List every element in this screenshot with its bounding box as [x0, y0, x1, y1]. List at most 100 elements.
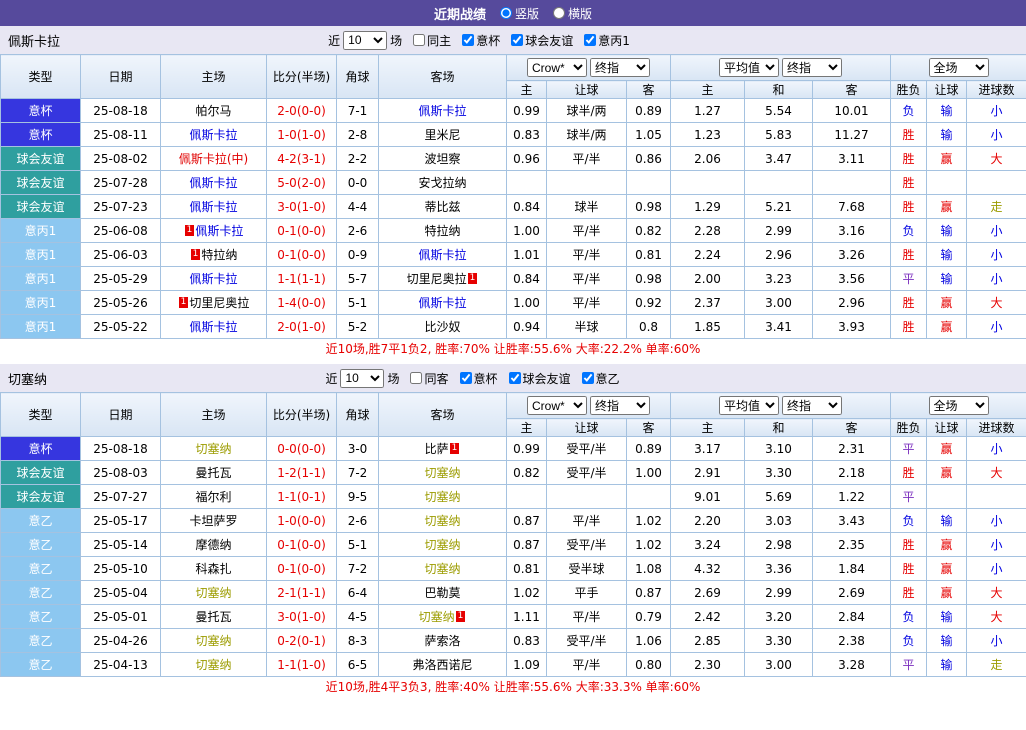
team-name[interactable]: 蒂比兹: [424, 200, 460, 214]
away-team[interactable]: 切塞纳1: [379, 605, 507, 629]
team-name[interactable]: 佩斯卡拉: [189, 176, 237, 190]
team-name[interactable]: 佩斯卡拉: [189, 272, 237, 286]
away-team[interactable]: 蒂比兹: [379, 195, 507, 219]
team-name[interactable]: 特拉纳: [201, 248, 237, 262]
away-team[interactable]: 比沙奴: [379, 315, 507, 339]
team-name[interactable]: 弗洛西诺尼: [412, 658, 472, 672]
team-name[interactable]: 萨索洛: [424, 634, 460, 648]
away-team[interactable]: 佩斯卡拉: [379, 291, 507, 315]
away-team[interactable]: 佩斯卡拉: [379, 243, 507, 267]
away-team[interactable]: 切塞纳: [379, 509, 507, 533]
team-name[interactable]: 切塞纳: [195, 634, 231, 648]
home-team[interactable]: 曼托瓦: [161, 605, 267, 629]
away-team[interactable]: 弗洛西诺尼: [379, 653, 507, 677]
layout-option-horizontal[interactable]: 横版: [553, 5, 592, 22]
filter-option[interactable]: 同客: [402, 370, 448, 387]
away-team[interactable]: 佩斯卡拉: [379, 99, 507, 123]
filter-option[interactable]: 球会友谊: [503, 32, 573, 49]
team-name[interactable]: 切里尼奥拉: [189, 296, 249, 310]
team-name[interactable]: 切塞纳: [424, 562, 460, 576]
home-team[interactable]: 1佩斯卡拉: [161, 219, 267, 243]
home-team[interactable]: 福尔利: [161, 485, 267, 509]
team-name[interactable]: 特拉纳: [424, 224, 460, 238]
team-name[interactable]: 佩斯卡拉: [418, 296, 466, 310]
home-team[interactable]: 1特拉纳: [161, 243, 267, 267]
home-team[interactable]: 摩德纳: [161, 533, 267, 557]
team-name[interactable]: 切塞纳: [424, 490, 460, 504]
team-name[interactable]: 佩斯卡拉: [189, 320, 237, 334]
away-team[interactable]: 特拉纳: [379, 219, 507, 243]
scope-select[interactable]: 全场: [929, 396, 989, 415]
team-name[interactable]: 佩斯卡拉(中): [179, 152, 248, 166]
euro-stage-select[interactable]: 终指: [782, 396, 842, 415]
team-name[interactable]: 佩斯卡拉: [418, 248, 466, 262]
filter-option[interactable]: 同主: [405, 32, 451, 49]
home-team[interactable]: 佩斯卡拉: [161, 123, 267, 147]
team-name[interactable]: 巴勒莫: [424, 586, 460, 600]
filter-checkbox[interactable]: [460, 372, 472, 384]
team-name[interactable]: 佩斯卡拉: [195, 224, 243, 238]
home-team[interactable]: 切塞纳: [161, 437, 267, 461]
layout-option-vertical[interactable]: 竖版: [500, 5, 539, 22]
away-team[interactable]: 切里尼奥拉1: [379, 267, 507, 291]
match-count-select[interactable]: 10: [343, 31, 387, 50]
team-name[interactable]: 切塞纳: [424, 514, 460, 528]
away-team[interactable]: 切塞纳: [379, 485, 507, 509]
team-name[interactable]: 科森扎: [195, 562, 231, 576]
filter-checkbox[interactable]: [584, 34, 596, 46]
team-name[interactable]: 卡坦萨罗: [189, 514, 237, 528]
home-team[interactable]: 切塞纳: [161, 581, 267, 605]
away-team[interactable]: 波坦察: [379, 147, 507, 171]
away-team[interactable]: 切塞纳: [379, 533, 507, 557]
team-name[interactable]: 摩德纳: [195, 538, 231, 552]
euro-source-select[interactable]: 平均值: [719, 58, 779, 77]
team-name[interactable]: 曼托瓦: [195, 466, 231, 480]
team-name[interactable]: 佩斯卡拉: [189, 128, 237, 142]
filter-checkbox[interactable]: [462, 34, 474, 46]
team-name[interactable]: 佩斯卡拉: [418, 104, 466, 118]
team-name[interactable]: 切塞纳: [424, 466, 460, 480]
home-team[interactable]: 佩斯卡拉: [161, 195, 267, 219]
away-team[interactable]: 里米尼: [379, 123, 507, 147]
match-count-select[interactable]: 10: [340, 369, 384, 388]
euro-stage-select[interactable]: 终指: [782, 58, 842, 77]
filter-checkbox[interactable]: [413, 34, 425, 46]
home-team[interactable]: 切塞纳: [161, 653, 267, 677]
away-team[interactable]: 巴勒莫: [379, 581, 507, 605]
team-name[interactable]: 福尔利: [195, 490, 231, 504]
team-name[interactable]: 波坦察: [424, 152, 460, 166]
home-team[interactable]: 切塞纳: [161, 629, 267, 653]
asia-bookmaker-select[interactable]: Crow*: [527, 396, 587, 415]
home-team[interactable]: 佩斯卡拉: [161, 171, 267, 195]
filter-option[interactable]: 意杯: [454, 32, 500, 49]
team-name[interactable]: 切塞纳: [419, 610, 455, 624]
asia-stage-select[interactable]: 终指: [590, 396, 650, 415]
filter-option[interactable]: 意丙1: [576, 32, 630, 49]
filter-option[interactable]: 意乙: [574, 370, 620, 387]
asia-stage-select[interactable]: 终指: [590, 58, 650, 77]
team-name[interactable]: 比沙奴: [424, 320, 460, 334]
team-name[interactable]: 切里尼奥拉: [407, 272, 467, 286]
home-team[interactable]: 佩斯卡拉: [161, 315, 267, 339]
team-name[interactable]: 曼托瓦: [195, 610, 231, 624]
scope-select[interactable]: 全场: [929, 58, 989, 77]
home-team[interactable]: 科森扎: [161, 557, 267, 581]
away-team[interactable]: 安戈拉纳: [379, 171, 507, 195]
asia-bookmaker-select[interactable]: Crow*: [527, 58, 587, 77]
team-name[interactable]: 切塞纳: [195, 586, 231, 600]
away-team[interactable]: 比萨1: [379, 437, 507, 461]
away-team[interactable]: 切塞纳: [379, 557, 507, 581]
away-team[interactable]: 萨索洛: [379, 629, 507, 653]
filter-checkbox[interactable]: [582, 372, 594, 384]
euro-source-select[interactable]: 平均值: [719, 396, 779, 415]
team-name[interactable]: 切塞纳: [195, 442, 231, 456]
team-name[interactable]: 里米尼: [424, 128, 460, 142]
home-team[interactable]: 1切里尼奥拉: [161, 291, 267, 315]
home-team[interactable]: 佩斯卡拉: [161, 267, 267, 291]
filter-checkbox[interactable]: [511, 34, 523, 46]
home-team[interactable]: 佩斯卡拉(中): [161, 147, 267, 171]
team-name[interactable]: 比萨: [425, 442, 449, 456]
horizontal-layout-radio[interactable]: [553, 7, 565, 19]
away-team[interactable]: 切塞纳: [379, 461, 507, 485]
team-name[interactable]: 佩斯卡拉: [189, 200, 237, 214]
